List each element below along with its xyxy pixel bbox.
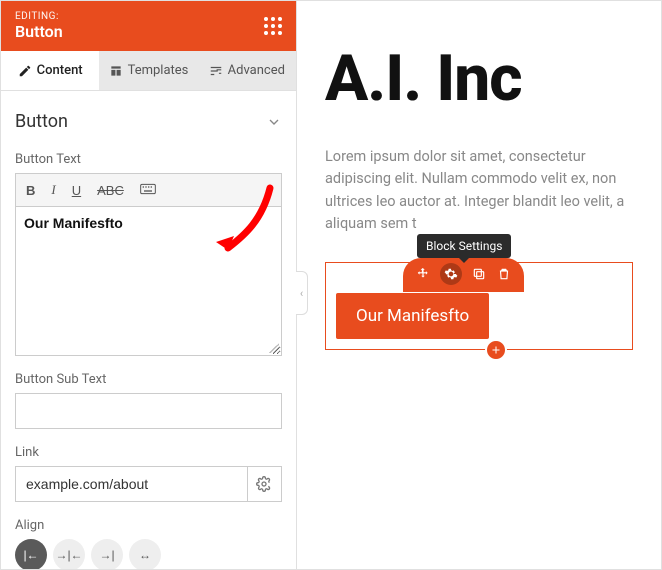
collapse-sidebar-button[interactable]: ‹ xyxy=(296,271,308,315)
tab-content[interactable]: Content xyxy=(1,51,99,90)
move-block-button[interactable] xyxy=(415,266,431,282)
align-justify-button[interactable]: ↔ xyxy=(129,539,161,569)
trash-icon xyxy=(497,267,511,281)
paragraph-text: Lorem ipsum dolor sit amet, consectetur … xyxy=(325,148,624,232)
copy-icon xyxy=(472,267,486,281)
gear-icon xyxy=(256,476,272,492)
sub-text-label: Button Sub Text xyxy=(15,372,282,387)
button-text-label: Button Text xyxy=(15,152,282,167)
button-text-editor[interactable]: Our Manifesfto xyxy=(15,206,282,356)
section-header-button[interactable]: Button xyxy=(15,105,282,146)
align-left-button[interactable]: |← xyxy=(15,539,47,569)
settings-block-button[interactable] xyxy=(440,263,462,285)
align-label: Align xyxy=(15,518,282,533)
duplicate-block-button[interactable] xyxy=(471,266,487,282)
template-icon xyxy=(109,64,123,78)
align-options: |← →|← →| ↔ xyxy=(15,539,282,569)
plus-icon xyxy=(490,344,502,356)
tab-advanced[interactable]: Advanced xyxy=(198,51,296,90)
chevron-down-icon xyxy=(266,114,282,130)
paragraph-block[interactable]: Lorem ipsum dolor sit amet, consectetur … xyxy=(325,146,633,236)
section-title: Button xyxy=(15,111,68,132)
keyboard-button[interactable] xyxy=(138,181,158,200)
align-center-button[interactable]: →|← xyxy=(53,539,85,569)
tab-advanced-label: Advanced xyxy=(228,63,285,78)
tabs: Content Templates Advanced xyxy=(1,51,296,91)
canvas: ‹ A.I. Inc Lorem ipsum dolor sit amet, c… xyxy=(297,1,661,569)
button-preview[interactable]: Our Manifesfto xyxy=(336,293,489,339)
link-input[interactable] xyxy=(15,466,248,502)
gear-icon xyxy=(444,267,458,281)
selected-block[interactable]: Block Settings Our Manifesfto xyxy=(325,262,633,350)
tab-content-label: Content xyxy=(37,63,83,78)
link-label: Link xyxy=(15,445,282,460)
link-settings-button[interactable] xyxy=(248,466,283,502)
sliders-icon xyxy=(209,64,223,78)
editing-eyebrow: EDITING: xyxy=(15,11,63,22)
rte-toolbar: B I U ABC xyxy=(15,173,282,206)
strike-button[interactable]: ABC xyxy=(95,181,126,200)
drag-grip-icon[interactable] xyxy=(264,17,282,35)
keyboard-icon xyxy=(140,183,156,195)
delete-block-button[interactable] xyxy=(496,266,512,282)
sub-text-input[interactable] xyxy=(15,393,282,429)
add-block-button[interactable] xyxy=(485,339,507,361)
tab-templates-label: Templates xyxy=(128,63,189,78)
align-right-button[interactable]: →| xyxy=(91,539,123,569)
bold-button[interactable]: B xyxy=(24,181,37,200)
pencil-icon xyxy=(18,64,32,78)
block-toolbar xyxy=(403,258,524,292)
italic-button[interactable]: I xyxy=(49,180,57,200)
editing-title: Button xyxy=(15,22,63,41)
panel-header: EDITING: Button xyxy=(1,1,296,51)
page-heading[interactable]: A.I. Inc xyxy=(325,41,633,116)
block-settings-tooltip: Block Settings xyxy=(417,234,511,258)
move-icon xyxy=(416,267,430,281)
underline-button[interactable]: U xyxy=(70,181,83,200)
tab-templates[interactable]: Templates xyxy=(99,51,197,90)
